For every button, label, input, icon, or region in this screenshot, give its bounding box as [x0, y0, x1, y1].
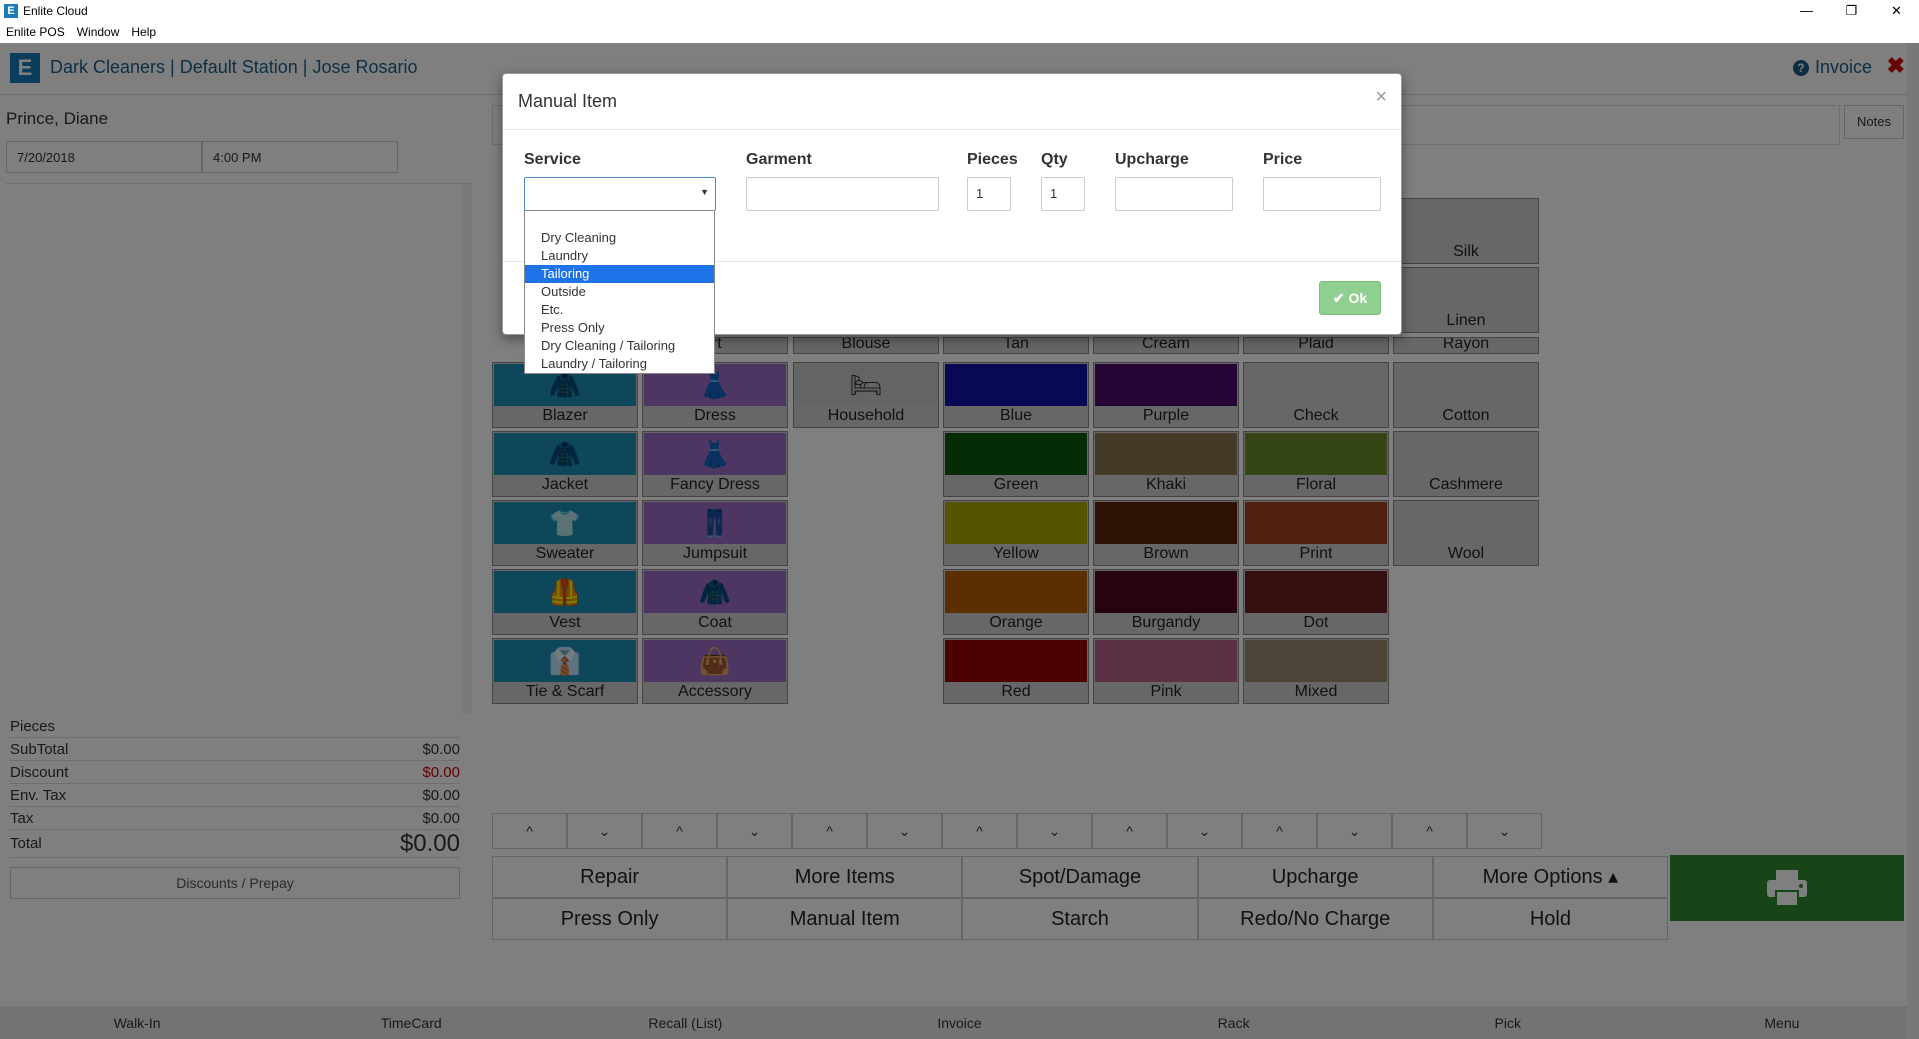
- check-icon: ✔: [1332, 290, 1345, 306]
- restore-button[interactable]: ❐: [1829, 0, 1874, 21]
- caret-down-icon: ▼: [700, 187, 709, 197]
- window-controls: — ❐ ✕: [1784, 0, 1919, 21]
- option-etc[interactable]: Etc.: [525, 301, 714, 319]
- price-input[interactable]: [1263, 177, 1381, 211]
- qty-input[interactable]: 1: [1041, 177, 1085, 211]
- modal-title: Manual Item: [518, 91, 618, 111]
- close-window-button[interactable]: ✕: [1874, 0, 1919, 21]
- service-label: Service: [524, 151, 581, 168]
- upcharge-label: Upcharge: [1115, 151, 1189, 168]
- modal-close-button[interactable]: ×: [1375, 86, 1387, 109]
- menu-window[interactable]: Window: [77, 25, 120, 39]
- menubar: Enlite POS Window Help: [0, 21, 1919, 43]
- window-titlebar: E Enlite Cloud — ❐ ✕: [0, 0, 1919, 21]
- ok-button[interactable]: ✔ Ok: [1319, 281, 1381, 315]
- option-press-only[interactable]: Press Only: [525, 319, 714, 337]
- ok-label: Ok: [1348, 290, 1368, 306]
- option-laundry[interactable]: Laundry: [525, 247, 714, 265]
- option-tailoring[interactable]: Tailoring: [525, 265, 714, 283]
- minimize-button[interactable]: —: [1784, 0, 1829, 21]
- service-dropdown: Dry Cleaning Laundry Tailoring Outside E…: [524, 210, 715, 374]
- option-laundry-tailoring[interactable]: Laundry / Tailoring: [525, 355, 714, 373]
- option-dry-cleaning-tailoring[interactable]: Dry Cleaning / Tailoring: [525, 337, 714, 355]
- garment-label: Garment: [746, 151, 812, 168]
- option-outside[interactable]: Outside: [525, 283, 714, 301]
- menu-enlite-pos[interactable]: Enlite POS: [6, 25, 65, 39]
- app-icon: E: [4, 3, 18, 18]
- pieces-label: Pieces: [967, 151, 1018, 168]
- qty-label: Qty: [1041, 151, 1068, 168]
- menu-help[interactable]: Help: [131, 25, 156, 39]
- upcharge-input[interactable]: [1115, 177, 1233, 211]
- price-label: Price: [1263, 151, 1303, 168]
- window-title: Enlite Cloud: [23, 3, 88, 18]
- option-dry-cleaning[interactable]: Dry Cleaning: [525, 229, 714, 247]
- modal-header: Manual Item ×: [503, 74, 1401, 130]
- pieces-input[interactable]: 1: [967, 177, 1011, 211]
- service-select[interactable]: ▼: [524, 177, 716, 211]
- garment-input[interactable]: [746, 177, 939, 211]
